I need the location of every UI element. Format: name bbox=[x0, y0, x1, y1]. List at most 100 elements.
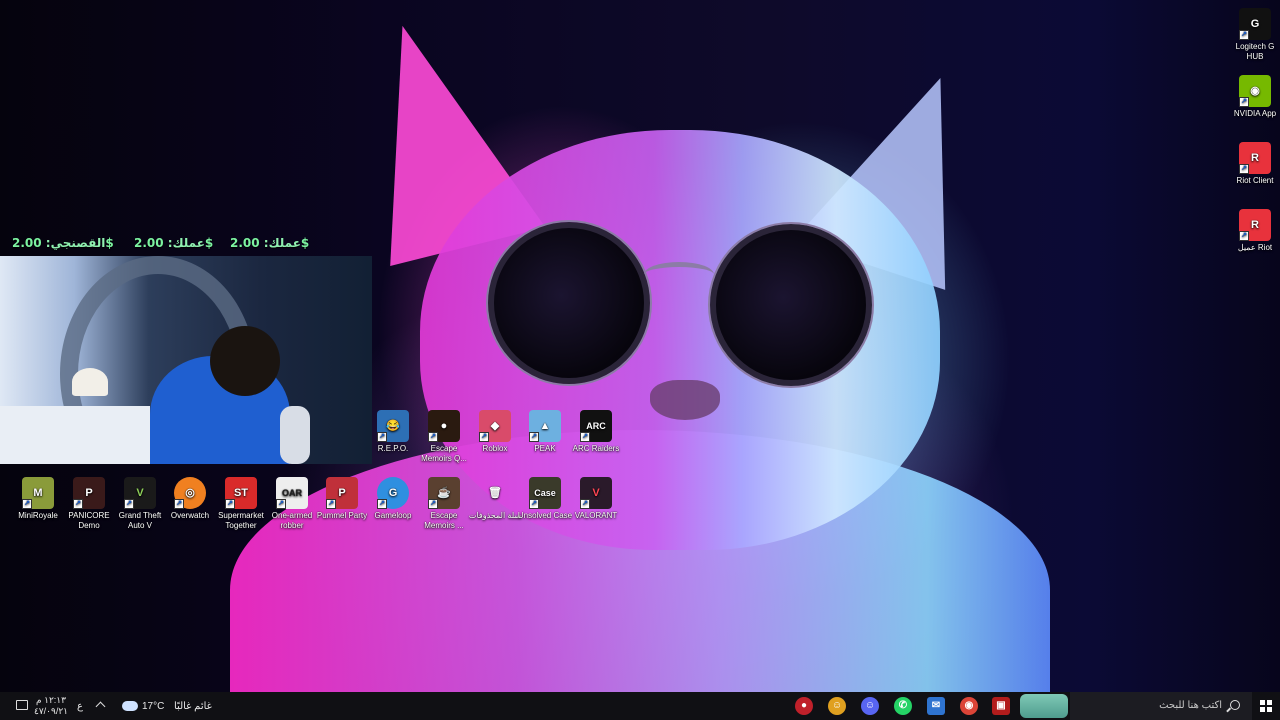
clock-time: ١٢:١٣ م bbox=[36, 695, 66, 705]
windows-icon bbox=[1260, 700, 1272, 712]
valorant-icon: V ↗ bbox=[580, 477, 612, 509]
webcam-overlay bbox=[0, 256, 372, 464]
desktop-icon-arc-raiders[interactable]: ARC ↗ ARC Raiders bbox=[568, 410, 624, 454]
desktop-icon-one-armed-robber[interactable]: OAR ↗ One-armed robber bbox=[264, 477, 320, 531]
desktop-icon-repo[interactable]: 😂 ↗ R.E.P.O. bbox=[365, 410, 421, 454]
desktop-icon-riot-client[interactable]: R ↗ Riot Client bbox=[1227, 142, 1280, 186]
webcam-streamer-head bbox=[210, 326, 280, 396]
search-highlight-button[interactable] bbox=[1020, 692, 1068, 720]
wallpaper-cat-nose bbox=[650, 380, 720, 420]
donation-label: القصنجي: bbox=[45, 236, 106, 250]
desktop-icon-label: R.E.P.O. bbox=[377, 444, 409, 453]
app-red-icon[interactable]: ● bbox=[795, 697, 813, 715]
miniroyale-icon: M ↗ bbox=[22, 477, 54, 509]
desktop-icon-label: عميل Riot bbox=[1237, 243, 1273, 252]
peak-icon: ▲ ↗ bbox=[529, 410, 561, 442]
donation-item: القصنجي: 2.00$ bbox=[12, 236, 114, 250]
panicore-icon: P ↗ bbox=[73, 477, 105, 509]
donation-label: عملك: bbox=[263, 236, 301, 250]
app-box-icon[interactable]: ▣ bbox=[992, 697, 1010, 715]
riot-icon: R ↗ bbox=[1239, 142, 1271, 174]
supermarket-together-icon: ST ↗ bbox=[225, 477, 257, 509]
input-language-indicator[interactable]: ع bbox=[74, 692, 88, 720]
webcam-cap bbox=[72, 368, 108, 396]
search-placeholder: اكتب هنا للبحث bbox=[1159, 700, 1222, 711]
desktop-icon-label: One-armed robber bbox=[271, 511, 313, 530]
search-icon bbox=[1230, 700, 1240, 710]
chevron-up-icon bbox=[95, 701, 106, 712]
desktop-icon-unsolved-case[interactable]: Case ↗ Unsolved Case bbox=[517, 477, 573, 521]
desktop-icon-peak[interactable]: ▲ ↗ PEAK bbox=[517, 410, 573, 454]
desktop-icon-supermarket-together[interactable]: ST ↗ Supermarket Together bbox=[213, 477, 269, 531]
desktop-icon-label: Roblox bbox=[482, 444, 508, 453]
desktop-icon-gameloop[interactable]: G ↗ Gameloop bbox=[365, 477, 421, 521]
desktop-icon-roblox[interactable]: ◆ ↗ Roblox bbox=[467, 410, 523, 454]
taskbar-clock[interactable]: ١٢:١٣ م ٤٧/٠٩/٢١ bbox=[30, 692, 72, 720]
whatsapp-icon[interactable]: ✆ bbox=[894, 697, 912, 715]
desktop-icon-recycle-bin[interactable]: 🗑 سلة المحذوفات bbox=[467, 477, 523, 521]
mail-icon[interactable]: ✉ bbox=[927, 697, 945, 715]
desktop-icon-gta-v[interactable]: V ↗ Grand Theft Auto V bbox=[112, 477, 168, 531]
desktop-icon-label: Supermarket Together bbox=[218, 511, 264, 530]
discord-orange-icon[interactable]: ☺ bbox=[828, 697, 846, 715]
arc-raiders-icon: ARC ↗ bbox=[580, 410, 612, 442]
pummel-party-icon: P ↗ bbox=[326, 477, 358, 509]
show-hidden-icons-button[interactable] bbox=[94, 692, 108, 720]
webcam-microphone bbox=[280, 406, 310, 464]
desktop-icon-label: NVIDIA App bbox=[1233, 109, 1277, 118]
desktop-icon-overwatch[interactable]: ◎ ↗ Overwatch bbox=[162, 477, 218, 521]
donation-label: عملك: bbox=[167, 236, 205, 250]
unsolved-case-icon: Case ↗ bbox=[529, 477, 561, 509]
desktop-icon-label: Escape Memoirs Q... bbox=[421, 444, 467, 463]
notification-icon bbox=[16, 700, 28, 710]
desktop-icon-label: ARC Raiders bbox=[572, 444, 620, 453]
desktop-icon-label: سلة المحذوفات bbox=[468, 511, 522, 520]
overwatch-icon: ◎ ↗ bbox=[174, 477, 206, 509]
escape-memoirs-icon: ● ↗ bbox=[428, 410, 460, 442]
desktop-icon-label: Grand Theft Auto V bbox=[118, 511, 162, 530]
desktop-icon-label: PEAK bbox=[534, 444, 556, 453]
desktop-icon-label: VALORANT bbox=[574, 511, 618, 520]
donation-ticker: عملك: 2.00$ عملك: 2.00$ القصنجي: 2.00$ bbox=[10, 236, 310, 252]
desktop-icon-valorant[interactable]: V ↗ VALORANT bbox=[568, 477, 624, 521]
start-button[interactable] bbox=[1252, 692, 1280, 720]
desktop-icon-logitech[interactable]: G ↗ Logitech G HUB bbox=[1227, 8, 1280, 62]
desktop-icon-pummel-party[interactable]: P ↗ Pummel Party bbox=[314, 477, 370, 521]
recycle-bin-icon: 🗑 bbox=[488, 487, 502, 499]
desktop-icon-panicore[interactable]: P ↗ PANICORE Demo bbox=[61, 477, 117, 531]
desktop-icon-nvidia[interactable]: ◉ ↗ NVIDIA App bbox=[1227, 75, 1280, 119]
desktop-icon-miniroyale[interactable]: M ↗ MiniRoyale bbox=[10, 477, 66, 521]
webcam-desk bbox=[0, 406, 150, 464]
weather-temperature: 17°C bbox=[142, 701, 165, 712]
desktop-icon-label: Gameloop bbox=[374, 511, 412, 520]
desktop-icon-label: MiniRoyale bbox=[18, 511, 58, 520]
weather-description: غائم غالبًا bbox=[174, 701, 212, 712]
escape-memoirs-icon: ☕ ↗ bbox=[428, 477, 460, 509]
donation-item: عملك: 2.00$ bbox=[230, 236, 309, 250]
donation-item: عملك: 2.00$ bbox=[134, 236, 213, 250]
wallpaper-sunglasses-bridge bbox=[644, 262, 714, 287]
taskbar-search-box[interactable]: اكتب هنا للبحث bbox=[1070, 692, 1252, 720]
desktop-icon-label: Overwatch bbox=[170, 511, 210, 520]
chrome-icon[interactable]: ◉ bbox=[960, 697, 978, 715]
input-language-label: ع bbox=[77, 701, 83, 712]
wallpaper-sunglasses-left-lens bbox=[488, 222, 650, 384]
desktop-icon-label: Unsolved Case bbox=[517, 511, 573, 520]
riot-icon: R ↗ bbox=[1239, 209, 1271, 241]
taskbar: ١٢:١٣ م ٤٧/٠٩/٢١ ع 17°C غائم غالبًا ● ☺ … bbox=[0, 692, 1280, 720]
desktop-icon-label: Riot Client bbox=[1236, 176, 1274, 185]
repo-icon: 😂 ↗ bbox=[377, 410, 409, 442]
discord-icon[interactable]: ☺ bbox=[861, 697, 879, 715]
gameloop-icon: G ↗ bbox=[377, 477, 409, 509]
gta-v-icon: V ↗ bbox=[124, 477, 156, 509]
nvidia-icon: ◉ ↗ bbox=[1239, 75, 1271, 107]
clock-date: ٤٧/٠٩/٢١ bbox=[33, 706, 68, 716]
cloud-icon bbox=[122, 701, 138, 711]
desktop-icon-riot-client-ar[interactable]: R ↗ عميل Riot bbox=[1227, 209, 1280, 253]
weather-widget[interactable]: 17°C غائم غالبًا bbox=[118, 692, 218, 720]
desktop-icon-escape-memoirs[interactable]: ☕ ↗ Escape Memoirs ... bbox=[416, 477, 472, 531]
desktop-icon-escape-memoirs-q[interactable]: ● ↗ Escape Memoirs Q... bbox=[416, 410, 472, 464]
notification-button[interactable] bbox=[12, 692, 30, 720]
desktop-wallpaper: عملك: 2.00$ عملك: 2.00$ القصنجي: 2.00$ G… bbox=[0, 0, 1280, 692]
one-armed-robber-icon: OAR ↗ bbox=[276, 477, 308, 509]
